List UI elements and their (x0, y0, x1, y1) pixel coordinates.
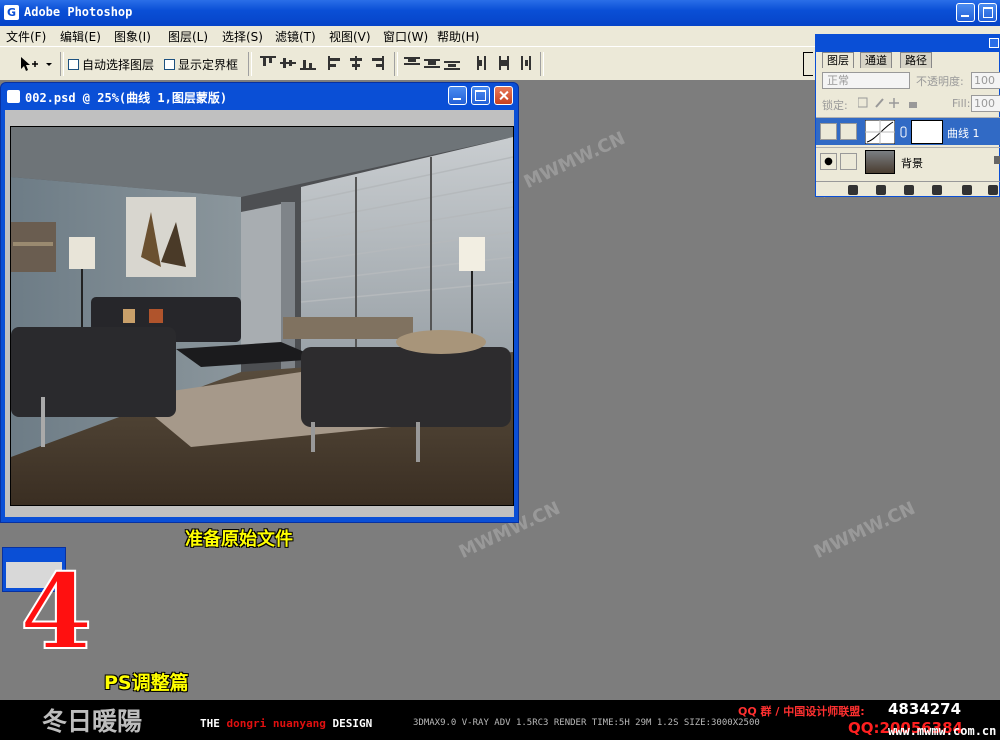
photoshop-app-icon[interactable]: G (4, 5, 19, 20)
align-top-icon[interactable] (260, 56, 276, 70)
palette-well[interactable] (803, 52, 813, 76)
separator (60, 52, 64, 76)
curves-adjustment-icon (865, 120, 895, 144)
show-bounds-option[interactable]: 显示定界框 (164, 56, 238, 73)
menu-layer[interactable]: 图层(L) (168, 28, 208, 45)
show-bounds-checkbox[interactable] (164, 59, 175, 70)
canvas-area[interactable] (5, 110, 514, 517)
app-title-bar: G Adobe Photoshop (0, 0, 1000, 26)
layers-panel: 图层 通道 路径 正常 不透明度: 100 锁定: Fill: 100 曲线 1… (815, 34, 1000, 197)
render-specs: 3DMAX9.0 V-RAY ADV 1.5RC3 RENDER TIME:5H… (413, 718, 760, 728)
restore-button[interactable] (978, 3, 997, 22)
qq-group-label: QQ 群 / 中国设计师联盟: (738, 705, 865, 718)
qq-group-number: 4834274 (888, 700, 962, 718)
distribute-top-icon[interactable] (404, 56, 420, 70)
align-hcenter-icon[interactable] (348, 56, 364, 70)
lock-icons[interactable] (858, 97, 920, 109)
distribute-vcenter-icon[interactable] (424, 56, 440, 70)
distribute-bottom-icon[interactable] (444, 56, 460, 70)
watermark: MWMW.CN (520, 127, 629, 194)
interior-room-illustration (11, 127, 513, 505)
panel-bottom-toolbar (816, 181, 1000, 198)
document-title: 002.psd @ 25%(曲线 1,图层蒙版) (25, 91, 228, 105)
eye-icon[interactable]: ● (820, 153, 837, 170)
add-mask-icon[interactable] (876, 185, 886, 195)
move-tool-icon[interactable] (18, 55, 54, 73)
auto-select-option[interactable]: 自动选择图层 (68, 56, 154, 73)
show-bounds-label: 显示定界框 (178, 58, 239, 72)
tab-paths[interactable]: 路径 (900, 52, 932, 68)
auto-select-checkbox[interactable] (68, 59, 79, 70)
menu-file[interactable]: 文件(F) (6, 28, 46, 45)
document-icon (7, 90, 20, 103)
layer-mask-thumbnail[interactable] (911, 120, 943, 144)
new-group-icon[interactable] (904, 185, 914, 195)
caption-text: 准备原始文件 (185, 529, 293, 550)
separator (540, 52, 544, 76)
document-window[interactable]: 002.psd @ 25%(曲线 1,图层蒙版) (0, 82, 519, 523)
separator (394, 52, 398, 76)
blend-mode-select[interactable]: 正常 (822, 72, 910, 89)
layer-name[interactable]: 背景 (901, 155, 923, 171)
room-render-image[interactable] (10, 126, 514, 506)
trash-icon[interactable] (988, 185, 998, 195)
layer-row-background[interactable]: ● 背景 (816, 147, 1000, 175)
layer-row-curves[interactable]: 曲线 1 (816, 117, 1000, 145)
menu-image[interactable]: 图象(I) (114, 28, 151, 45)
lock-label: 锁定: (822, 99, 848, 112)
menu-help[interactable]: 帮助(H) (437, 28, 479, 45)
menu-view[interactable]: 视图(V) (329, 28, 371, 45)
adjustment-layer-icon[interactable] (932, 185, 942, 195)
lock-icon (994, 156, 1000, 164)
design-credit: THE dongri nuanyang DESIGN (200, 717, 373, 730)
doc-minimize-button[interactable] (448, 86, 467, 105)
menu-select[interactable]: 选择(S) (222, 28, 263, 45)
tab-layers[interactable]: 图层 (822, 52, 854, 68)
opacity-input[interactable]: 100 (971, 72, 1000, 89)
tab-channels[interactable]: 通道 (860, 52, 892, 68)
fill-label: Fill: (952, 97, 971, 110)
website-url: www.mwmw.com.cn (888, 724, 997, 738)
layer-link-toggle[interactable] (840, 153, 857, 170)
banner-title: 冬日暖陽 (42, 707, 143, 736)
doc-maximize-button[interactable] (471, 86, 490, 105)
separator (248, 52, 252, 76)
distribute-left-icon[interactable] (476, 56, 492, 70)
distribute-hcenter-icon[interactable] (496, 56, 512, 70)
visibility-toggle[interactable] (820, 123, 837, 140)
layer-thumbnail (865, 150, 895, 174)
layer-name[interactable]: 曲线 1 (947, 125, 980, 141)
new-layer-icon[interactable] (962, 185, 972, 195)
align-vcenter-icon[interactable] (280, 56, 296, 70)
doc-close-button[interactable] (494, 86, 513, 105)
watermark: MWMW.CN (810, 497, 919, 564)
align-bottom-icon[interactable] (300, 56, 316, 70)
bottom-banner: 冬日暖陽 THE dongri nuanyang DESIGN 3DMAX9.0… (0, 700, 1000, 740)
menu-filter[interactable]: 滤镜(T) (275, 28, 316, 45)
opacity-label: 不透明度: (916, 75, 964, 88)
distribute-right-icon[interactable] (516, 56, 532, 70)
app-title: Adobe Photoshop (24, 5, 133, 19)
menu-window[interactable]: 窗口(W) (383, 28, 428, 45)
align-left-icon[interactable] (328, 56, 344, 70)
auto-select-label: 自动选择图层 (82, 58, 155, 72)
minimize-button[interactable] (956, 3, 975, 22)
mask-link-icon[interactable] (900, 126, 908, 138)
panel-title-bar[interactable] (816, 35, 1000, 52)
panel-close-button[interactable] (989, 38, 999, 48)
step-number: 4 (19, 550, 93, 673)
step-label: PS调整篇 (104, 672, 189, 694)
menu-edit[interactable]: 编辑(E) (60, 28, 101, 45)
layer-style-icon[interactable] (848, 185, 858, 195)
fill-input[interactable]: 100 (971, 95, 1000, 112)
layer-link-toggle[interactable] (840, 123, 857, 140)
align-right-icon[interactable] (368, 56, 384, 70)
